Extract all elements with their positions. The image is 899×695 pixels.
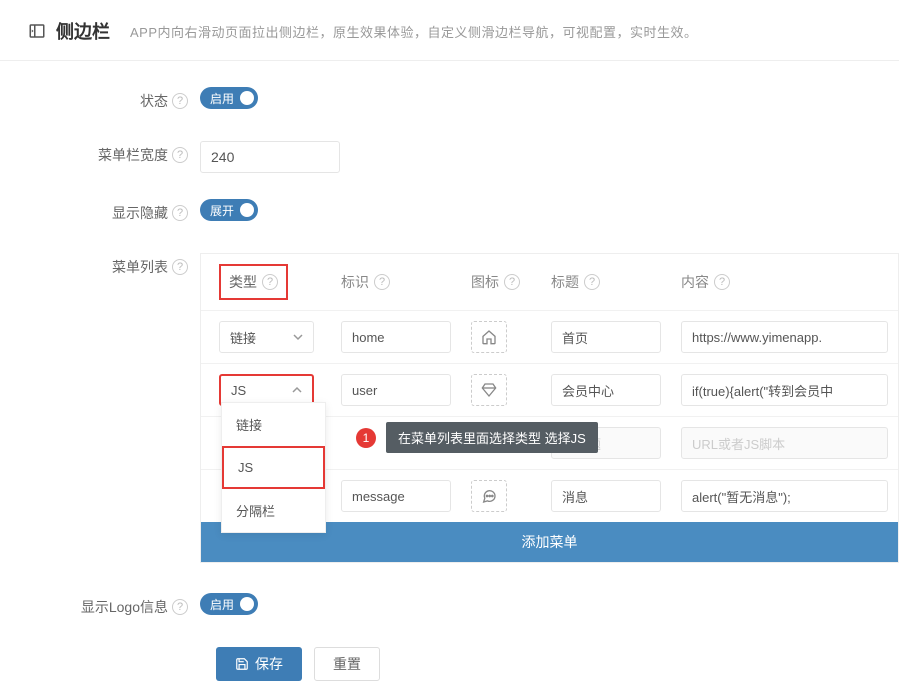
icon-picker[interactable] bbox=[471, 374, 507, 406]
chevron-up-icon bbox=[292, 385, 302, 395]
toggle-knob bbox=[240, 91, 254, 105]
dropdown-item-link[interactable]: 链接 bbox=[222, 403, 325, 446]
label-menu-list: 菜单列表 bbox=[112, 253, 168, 281]
title-input[interactable]: 首页 bbox=[551, 321, 661, 353]
help-icon[interactable]: ? bbox=[504, 274, 520, 290]
col-icon-header: 图标 bbox=[471, 272, 499, 292]
help-icon[interactable]: ? bbox=[172, 205, 188, 221]
home-icon bbox=[481, 329, 497, 345]
toggle-knob bbox=[240, 203, 254, 217]
toggle-label: 启用 bbox=[210, 596, 234, 613]
title-input[interactable]: 消息 bbox=[551, 480, 661, 512]
help-icon[interactable]: ? bbox=[262, 274, 278, 290]
menu-width-input[interactable] bbox=[200, 141, 340, 173]
ident-input[interactable]: message bbox=[341, 480, 451, 512]
dropdown-item-js[interactable]: JS bbox=[222, 446, 325, 489]
callout-text: 在菜单列表里面选择类型 选择JS bbox=[386, 422, 598, 453]
menu-table: 类型 ? 标识? 图标? 标题? 内容? 链接 bbox=[200, 253, 899, 563]
icon-picker[interactable] bbox=[471, 480, 507, 512]
label-menu-width: 菜单栏宽度 bbox=[98, 141, 168, 169]
col-title-header: 标题 bbox=[551, 272, 579, 292]
annotation-callout: 1 在菜单列表里面选择类型 选择JS bbox=[356, 422, 598, 453]
content-input[interactable]: URL或者JS脚本 bbox=[681, 427, 888, 459]
ident-input[interactable]: home bbox=[341, 321, 451, 353]
help-icon[interactable]: ? bbox=[374, 274, 390, 290]
logo-toggle[interactable]: 启用 bbox=[200, 593, 258, 615]
content-input[interactable]: if(true){alert("转到会员中 bbox=[681, 374, 888, 406]
content-input[interactable]: https://www.yimenapp. bbox=[681, 321, 888, 353]
help-icon[interactable]: ? bbox=[584, 274, 600, 290]
showhide-toggle[interactable]: 展开 bbox=[200, 199, 258, 221]
ident-input[interactable]: user bbox=[341, 374, 451, 406]
toggle-label: 启用 bbox=[210, 90, 234, 107]
chat-icon bbox=[481, 488, 497, 504]
callout-number: 1 bbox=[356, 428, 376, 448]
col-type-header-highlighted: 类型 ? bbox=[219, 264, 288, 300]
sidebar-icon bbox=[28, 22, 46, 40]
save-icon bbox=[235, 657, 249, 671]
toggle-knob bbox=[240, 597, 254, 611]
help-icon[interactable]: ? bbox=[172, 147, 188, 163]
reset-button[interactable]: 重置 bbox=[314, 647, 380, 681]
col-content-header: 内容 bbox=[681, 272, 709, 292]
col-ident-header: 标识 bbox=[341, 272, 369, 292]
help-icon[interactable]: ? bbox=[714, 274, 730, 290]
type-dropdown: 链接 JS 分隔栏 bbox=[221, 402, 326, 533]
diamond-icon bbox=[481, 382, 497, 398]
label-show-logo: 显示Logo信息 bbox=[81, 593, 168, 621]
icon-picker[interactable] bbox=[471, 321, 507, 353]
help-icon[interactable]: ? bbox=[172, 259, 188, 275]
table-row: 链接 home 首页 https://www.yimenapp. bbox=[201, 311, 898, 364]
page-header: 侧边栏 APP内向右滑动页面拉出侧边栏，原生效果体验，自定义侧滑边栏导航，可视配… bbox=[0, 0, 899, 61]
status-toggle[interactable]: 启用 bbox=[200, 87, 258, 109]
content-input[interactable]: alert("暂无消息"); bbox=[681, 480, 888, 512]
page-title: 侧边栏 bbox=[56, 18, 110, 44]
table-header: 类型 ? 标识? 图标? 标题? 内容? bbox=[201, 254, 898, 311]
chevron-down-icon bbox=[293, 332, 303, 342]
save-button[interactable]: 保存 bbox=[216, 647, 302, 681]
type-select[interactable]: 链接 bbox=[219, 321, 314, 353]
label-status: 状态 bbox=[140, 87, 168, 115]
title-input[interactable]: 会员中心 bbox=[551, 374, 661, 406]
help-icon[interactable]: ? bbox=[172, 93, 188, 109]
help-icon[interactable]: ? bbox=[172, 599, 188, 615]
toggle-label: 展开 bbox=[210, 202, 234, 219]
page-description: APP内向右滑动页面拉出侧边栏，原生效果体验，自定义侧滑边栏导航，可视配置，实时… bbox=[130, 22, 698, 41]
label-show-hide: 显示隐藏 bbox=[112, 199, 168, 227]
dropdown-item-separator[interactable]: 分隔栏 bbox=[222, 489, 325, 532]
